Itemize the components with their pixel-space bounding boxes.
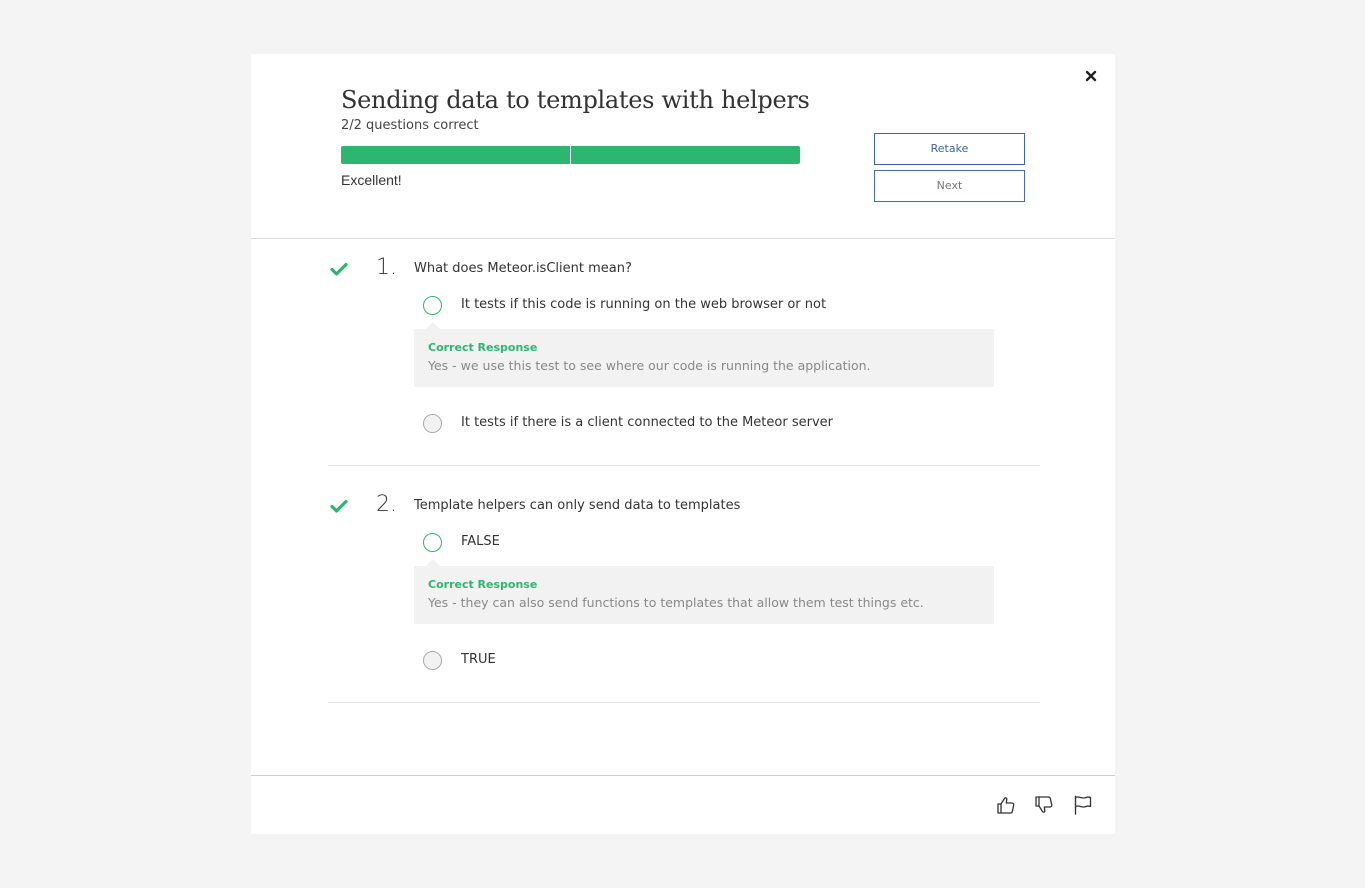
answer-option[interactable]: FALSE: [414, 531, 994, 555]
retake-button[interactable]: Retake: [874, 133, 1025, 165]
feedback-box: Correct Response Yes - we use this test …: [414, 322, 994, 387]
thumbs-down-icon: [1035, 796, 1053, 813]
radio-selected[interactable]: [423, 533, 442, 552]
radio-unselected[interactable]: [423, 414, 442, 433]
quiz-header: Sending data to templates with helpers 2…: [251, 54, 1115, 238]
question-divider: [328, 702, 1040, 703]
score-progress-bar: [341, 146, 800, 164]
question-number: 1.: [376, 255, 397, 280]
progress-segment-2: [571, 146, 800, 164]
answer-option[interactable]: It tests if there is a client connected …: [414, 412, 994, 436]
radio-unselected[interactable]: [423, 651, 442, 670]
answer-label: TRUE: [461, 652, 496, 667]
thumbs-up-button[interactable]: [995, 794, 1017, 816]
answer-option[interactable]: It tests if this code is running on the …: [414, 294, 994, 318]
footer-divider: [251, 775, 1115, 776]
radio-selected[interactable]: [423, 296, 442, 315]
flag-button[interactable]: [1072, 794, 1094, 816]
quiz-title: Sending data to templates with helpers: [341, 86, 810, 114]
checkmark-icon: [330, 499, 348, 513]
score-text: 2/2 questions correct: [341, 118, 479, 133]
question-text: Template helpers can only send data to t…: [414, 498, 741, 513]
feedback-title: Correct Response: [428, 578, 538, 591]
answer-label: It tests if this code is running on the …: [461, 297, 827, 312]
score-verdict: Excellent!: [341, 172, 402, 188]
progress-segment-1: [341, 146, 570, 164]
question-number: 2.: [376, 492, 397, 517]
question-text: What does Meteor.isClient mean?: [414, 261, 632, 276]
checkmark-icon: [330, 262, 348, 276]
thumbs-down-button[interactable]: [1033, 794, 1055, 816]
feedback-title: Correct Response: [428, 341, 538, 354]
quiz-modal: Sending data to templates with helpers 2…: [251, 54, 1115, 834]
thumbs-up-icon: [997, 797, 1015, 814]
answer-label: FALSE: [461, 534, 500, 549]
feedback-box: Correct Response Yes - they can also sen…: [414, 559, 994, 624]
header-divider: [251, 238, 1115, 239]
answer-label: It tests if there is a client connected …: [461, 415, 833, 430]
feedback-text: Yes - we use this test to see where our …: [428, 358, 871, 373]
answer-option[interactable]: TRUE: [414, 649, 994, 673]
next-button[interactable]: Next: [874, 170, 1025, 202]
flag-icon: [1074, 795, 1092, 815]
question-divider: [328, 465, 1040, 466]
feedback-text: Yes - they can also send functions to te…: [428, 595, 924, 610]
